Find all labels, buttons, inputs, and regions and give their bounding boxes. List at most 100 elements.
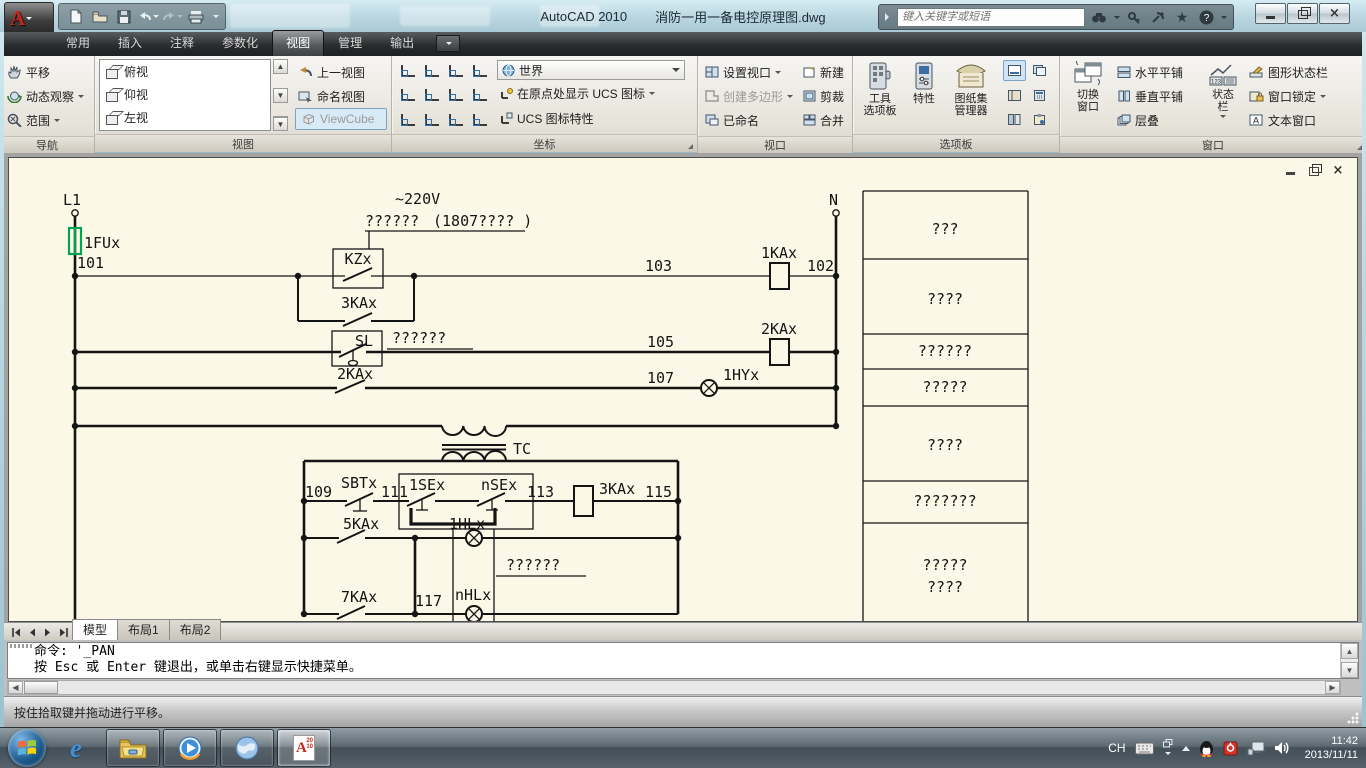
network-tray-icon[interactable] <box>1247 741 1265 756</box>
cascade-button[interactable]: 层叠 <box>1114 108 1200 132</box>
named-viewports-button[interactable]: 已命名 <box>702 108 798 132</box>
tab-output[interactable]: 输出 <box>376 30 428 56</box>
application-menu-button[interactable]: A <box>4 2 54 32</box>
command-horizontal-scrollbar[interactable]: ◀ ▶ <box>7 680 1341 695</box>
tab-model[interactable]: 模型 <box>72 619 118 640</box>
orbit-button[interactable]: 动态观察 <box>4 84 90 108</box>
panel-expand-icon[interactable] <box>688 144 693 149</box>
command-line-palette-button[interactable] <box>1003 60 1026 81</box>
markup-set-manager-button[interactable] <box>1028 109 1051 130</box>
zoom-extents-button[interactable]: 范围 <box>4 108 90 132</box>
tile-horizontally-button[interactable]: 水平平铺 <box>1114 60 1200 84</box>
help-button[interactable]: ? <box>1196 7 1216 27</box>
taskbar-browser-globe-button[interactable] <box>220 729 274 767</box>
tab-manage[interactable]: 管理 <box>324 30 376 56</box>
tab-parametric[interactable]: 参数化 <box>208 30 272 56</box>
qq-tray-icon[interactable] <box>1199 740 1214 757</box>
volume-tray-icon[interactable] <box>1274 741 1290 755</box>
ucs-object-button[interactable] <box>420 109 443 130</box>
tab-annotate[interactable]: 注释 <box>156 30 208 56</box>
restore-button[interactable] <box>1287 3 1318 24</box>
keyboard-layout-icon[interactable] <box>1135 742 1154 755</box>
tab-layout1[interactable]: 布局1 <box>117 619 170 640</box>
switch-windows-button[interactable]: 切换 窗口 <box>1064 59 1112 133</box>
ucs-button[interactable] <box>396 60 419 81</box>
command-vertical-scrollbar[interactable]: ▲ ▼ <box>1340 643 1358 678</box>
tab-last-button[interactable] <box>56 625 72 640</box>
plot-button[interactable] <box>185 6 207 27</box>
tray-clock[interactable]: 11:42 2013/11/11 <box>1299 734 1358 762</box>
scroll-left-icon[interactable]: ◀ <box>8 681 23 694</box>
new-viewport-button[interactable]: 新建 <box>800 60 848 84</box>
command-window-grip[interactable] <box>10 644 32 648</box>
language-indicator[interactable]: CH <box>1108 741 1125 755</box>
ucs-origin-button[interactable] <box>396 109 419 130</box>
qat-customize-dropdown-icon[interactable] <box>213 15 219 21</box>
status-bar-button[interactable]: 123 状态 栏 <box>1202 59 1244 133</box>
ribbon-minimize-button[interactable] <box>436 35 460 52</box>
drawing-restore-button[interactable] <box>1307 164 1321 176</box>
search-button[interactable] <box>1089 7 1109 27</box>
redo-button[interactable] <box>161 6 183 27</box>
save-button[interactable] <box>113 6 135 27</box>
set-viewports-button[interactable]: 设置视口 <box>702 60 798 84</box>
text-window-button[interactable]: A 文本窗口 <box>1246 108 1362 132</box>
view-item-bottom[interactable]: 仰视 <box>100 83 270 106</box>
tab-insert[interactable]: 插入 <box>104 30 156 56</box>
previous-view-button[interactable]: 上一视图 <box>295 60 387 84</box>
tool-palettes-button[interactable]: 工具 选项板 <box>857 59 903 131</box>
ucs-z-button[interactable] <box>444 85 467 106</box>
viewcube-button[interactable]: ViewCube <box>295 108 387 130</box>
search-scope-dropdown-icon[interactable] <box>1114 16 1120 22</box>
view-item-top[interactable]: 俯视 <box>100 60 270 83</box>
views-expand-button[interactable]: ▼ <box>273 116 288 131</box>
drawing-close-button[interactable]: × <box>1331 164 1345 176</box>
taskbar-explorer-button[interactable] <box>106 729 160 767</box>
tab-home[interactable]: 常用 <box>52 30 104 56</box>
sheet-set-manager-button[interactable]: 图纸集 管理器 <box>945 59 997 131</box>
create-polygonal-button[interactable]: 创建多边形 <box>702 84 798 108</box>
tab-previous-button[interactable] <box>24 625 40 640</box>
window-lock-button[interactable]: 窗口锁定 <box>1246 84 1362 108</box>
ucs-icon-properties-button[interactable]: UCS 图标特性 <box>497 106 693 130</box>
ucs-named-button[interactable] <box>420 60 443 81</box>
tile-vertically-button[interactable]: 垂直平铺 <box>1114 84 1200 108</box>
quickcalc-palette-button[interactable] <box>1028 85 1051 106</box>
view-item-left[interactable]: 左视 <box>100 106 270 129</box>
ucs-world-button[interactable] <box>444 60 467 81</box>
show-ucs-icon-button[interactable]: 在原点处显示 UCS 图标 <box>497 81 693 105</box>
close-button[interactable]: × <box>1319 3 1350 24</box>
drawing-minimize-button[interactable] <box>1283 164 1297 176</box>
scroll-down-icon[interactable]: ▼ <box>1341 662 1358 678</box>
designcenter-palette-button[interactable] <box>1003 85 1026 106</box>
drawing-canvas[interactable]: L1 N 1FUx 101 ~220V ?????? (1807???? ) K… <box>8 157 1358 622</box>
external-references-button[interactable] <box>1003 109 1026 130</box>
resize-grip[interactable] <box>1347 712 1359 724</box>
communication-center-button[interactable] <box>1148 7 1168 27</box>
views-scroll-down-button[interactable]: ▼ <box>273 88 288 103</box>
drawing-status-bar-button[interactable]: 图形状态栏 <box>1246 60 1362 84</box>
antivirus-tray-icon[interactable] <box>1223 740 1238 756</box>
ucs-z-vector-button[interactable] <box>468 85 491 106</box>
infocenter-collapse-icon[interactable] <box>885 13 893 21</box>
properties-palette-button[interactable]: 特性 <box>905 59 943 131</box>
visual-styles-palette-button[interactable] <box>1028 60 1051 81</box>
taskbar-media-player-button[interactable] <box>163 729 217 767</box>
taskbar-autocad-button[interactable]: A2010 <box>277 729 331 767</box>
subscription-center-button[interactable] <box>1124 7 1144 27</box>
scroll-up-icon[interactable]: ▲ <box>1341 643 1358 659</box>
ucs-previous-button[interactable] <box>468 60 491 81</box>
join-viewport-button[interactable]: 合并 <box>800 108 848 132</box>
scrollbar-thumb[interactable] <box>24 681 58 694</box>
ucs-combo[interactable]: 世界 <box>497 60 685 80</box>
help-dropdown-icon[interactable] <box>1221 16 1227 22</box>
taskbar-internet-explorer-button[interactable]: e <box>49 729 103 767</box>
tab-view[interactable]: 视图 <box>272 30 324 56</box>
undo-button[interactable] <box>137 6 159 27</box>
tab-layout2[interactable]: 布局2 <box>169 619 222 640</box>
views-scroll-up-button[interactable]: ▲ <box>273 59 288 74</box>
minimize-button[interactable] <box>1255 3 1286 24</box>
command-text[interactable]: 命令: '_PAN 按 Esc 或 Enter 键退出，或单击右键显示快捷菜单。 <box>34 644 1338 678</box>
new-button[interactable] <box>65 6 87 27</box>
infocenter-search-input[interactable] <box>897 8 1085 27</box>
